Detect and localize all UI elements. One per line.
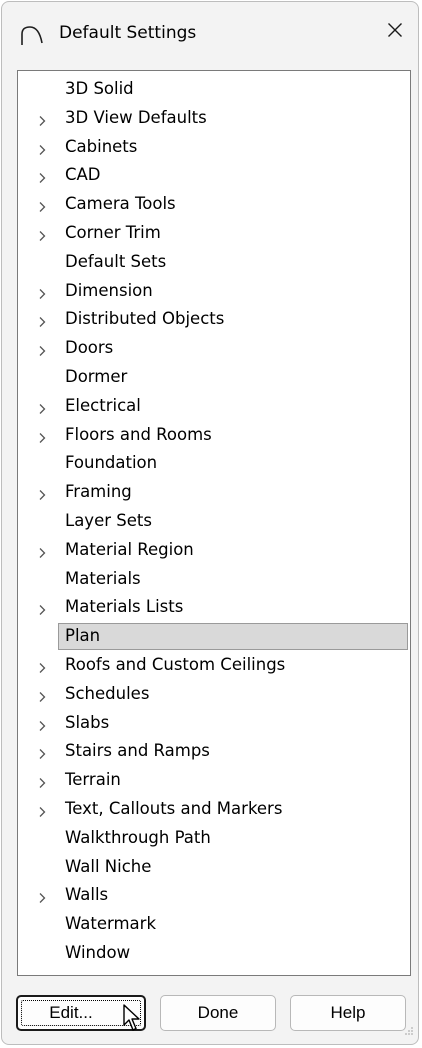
- tree-item[interactable]: Wall Niche: [18, 853, 410, 882]
- default-settings-dialog: Default Settings 3D Solid 3D View Default…: [1, 1, 419, 1045]
- tree-item[interactable]: Materials: [18, 565, 410, 594]
- tree-item[interactable]: 3D View Defaults: [18, 104, 410, 133]
- mouse-cursor-icon: [122, 1003, 146, 1037]
- chevron-right-icon[interactable]: [36, 227, 48, 241]
- tree-item-label: Layer Sets: [65, 510, 152, 530]
- tree-item[interactable]: Doors: [18, 334, 410, 363]
- tree-item-label: Dimension: [65, 280, 153, 300]
- selection-highlight: [58, 623, 408, 650]
- tree-item-label: Stairs and Ramps: [65, 741, 210, 761]
- tree-item[interactable]: Framing: [18, 478, 410, 507]
- chevron-right-icon[interactable]: [36, 544, 48, 558]
- chevron-right-icon[interactable]: [36, 889, 48, 904]
- tree-item-label: Camera Tools: [65, 194, 176, 214]
- tree-item[interactable]: Camera Tools: [18, 190, 410, 219]
- tree-item-label: Corner Trim: [65, 222, 161, 242]
- chevron-right-icon[interactable]: [36, 688, 48, 702]
- tree-item[interactable]: Schedules: [18, 680, 410, 709]
- tree-item[interactable]: Walkthrough Path: [18, 824, 410, 853]
- tree-list: 3D Solid 3D View Defaults Cabinets CAD Camer…: [18, 75, 410, 968]
- tree-item-label: Distributed Objects: [65, 309, 225, 329]
- help-button-label: Help: [330, 1003, 366, 1022]
- tree-item[interactable]: CAD: [18, 161, 410, 190]
- chevron-right-icon[interactable]: [36, 169, 48, 184]
- tree-item[interactable]: Slabs: [18, 709, 410, 738]
- done-button-label: Done: [197, 1003, 239, 1022]
- tree-item-label: Window: [65, 942, 131, 962]
- tree-item[interactable]: Layer Sets: [18, 507, 410, 536]
- chevron-right-icon[interactable]: [36, 141, 48, 155]
- tree-item[interactable]: Electrical: [18, 392, 410, 421]
- tree-item-label: Materials: [65, 568, 141, 588]
- tree-item-label: Terrain: [65, 770, 121, 790]
- chevron-right-icon[interactable]: [36, 774, 48, 789]
- tree-item[interactable]: Walls: [18, 881, 410, 910]
- chevron-right-icon[interactable]: [36, 745, 48, 760]
- chevron-right-icon[interactable]: [36, 803, 48, 817]
- tree-item-selected[interactable]: Plan: [18, 622, 410, 651]
- chevron-right-icon[interactable]: [36, 429, 48, 443]
- tree-item-label: Doors: [65, 338, 114, 358]
- tree-item-label: Electrical: [65, 395, 141, 415]
- tree-item-label: Walls: [65, 885, 109, 905]
- chevron-right-icon[interactable]: [36, 659, 48, 673]
- tree-item-label: Roofs and Custom Ceilings: [65, 654, 286, 674]
- tree-item[interactable]: Roofs and Custom Ceilings: [18, 651, 410, 680]
- chevron-right-icon[interactable]: [36, 342, 48, 357]
- tree-item[interactable]: Cabinets: [18, 133, 410, 162]
- tree-item-label: CAD: [65, 165, 101, 185]
- window-title: Default Settings: [59, 23, 197, 43]
- tree-item[interactable]: Corner Trim: [18, 219, 410, 248]
- chevron-right-icon[interactable]: [36, 313, 48, 328]
- tree-item-label: Text, Callouts and Markers: [65, 798, 283, 818]
- edit-button-label: Edit...: [49, 1003, 93, 1022]
- tree-item-label: Wall Niche: [65, 856, 152, 876]
- resize-grip-icon[interactable]: [404, 1021, 414, 1040]
- tree-item[interactable]: Material Region: [18, 536, 410, 565]
- tree-item-label: Default Sets: [65, 251, 167, 271]
- tree-item-label: Floors and Rooms: [65, 424, 212, 444]
- done-button[interactable]: Done: [160, 995, 276, 1031]
- tree-item-label: Materials Lists: [65, 597, 184, 617]
- tree-item[interactable]: Dormer: [18, 363, 410, 392]
- tree-item-label: Walkthrough Path: [65, 827, 211, 847]
- tree-item[interactable]: Watermark: [18, 910, 410, 939]
- settings-tree[interactable]: 3D Solid 3D View Defaults Cabinets CAD Camer…: [17, 70, 411, 976]
- app-arc-icon: [19, 24, 45, 50]
- tree-item-label: Watermark: [65, 914, 157, 934]
- tree-item[interactable]: Dimension: [18, 277, 410, 306]
- close-button[interactable]: [372, 12, 418, 52]
- tree-item-label: Foundation: [65, 453, 158, 473]
- help-button[interactable]: Help: [290, 995, 406, 1031]
- chevron-right-icon[interactable]: [36, 285, 48, 299]
- tree-item-label: Plan: [65, 626, 101, 646]
- tree-item[interactable]: Distributed Objects: [18, 305, 410, 334]
- tree-item[interactable]: Terrain: [18, 766, 410, 795]
- tree-item-label: Framing: [65, 482, 132, 502]
- tree-item-label: Schedules: [65, 683, 150, 703]
- chevron-right-icon[interactable]: [36, 601, 48, 616]
- tree-item[interactable]: Window: [18, 939, 410, 968]
- tree-item[interactable]: Floors and Rooms: [18, 421, 410, 450]
- tree-item-label: Material Region: [65, 539, 194, 559]
- chevron-right-icon[interactable]: [36, 198, 48, 213]
- chevron-right-icon[interactable]: [36, 112, 48, 126]
- tree-item[interactable]: Foundation: [18, 449, 410, 478]
- tree-item[interactable]: Materials Lists: [18, 593, 410, 622]
- tree-item[interactable]: Default Sets: [18, 248, 410, 277]
- close-icon: [387, 22, 403, 42]
- tree-item[interactable]: Stairs and Ramps: [18, 737, 410, 766]
- chevron-right-icon[interactable]: [36, 400, 48, 414]
- tree-item-label: 3D Solid: [65, 79, 134, 98]
- chevron-right-icon[interactable]: [36, 486, 48, 501]
- chevron-right-icon[interactable]: [36, 717, 48, 731]
- tree-item-label: 3D View Defaults: [65, 107, 207, 127]
- tree-item[interactable]: 3D Solid: [18, 75, 410, 104]
- tree-item-label: Cabinets: [65, 136, 138, 156]
- tree-item-label: Dormer: [65, 366, 128, 386]
- tree-item-label: Slabs: [65, 712, 110, 732]
- title-bar[interactable]: Default Settings: [2, 2, 418, 62]
- tree-item[interactable]: Text, Callouts and Markers: [18, 795, 410, 824]
